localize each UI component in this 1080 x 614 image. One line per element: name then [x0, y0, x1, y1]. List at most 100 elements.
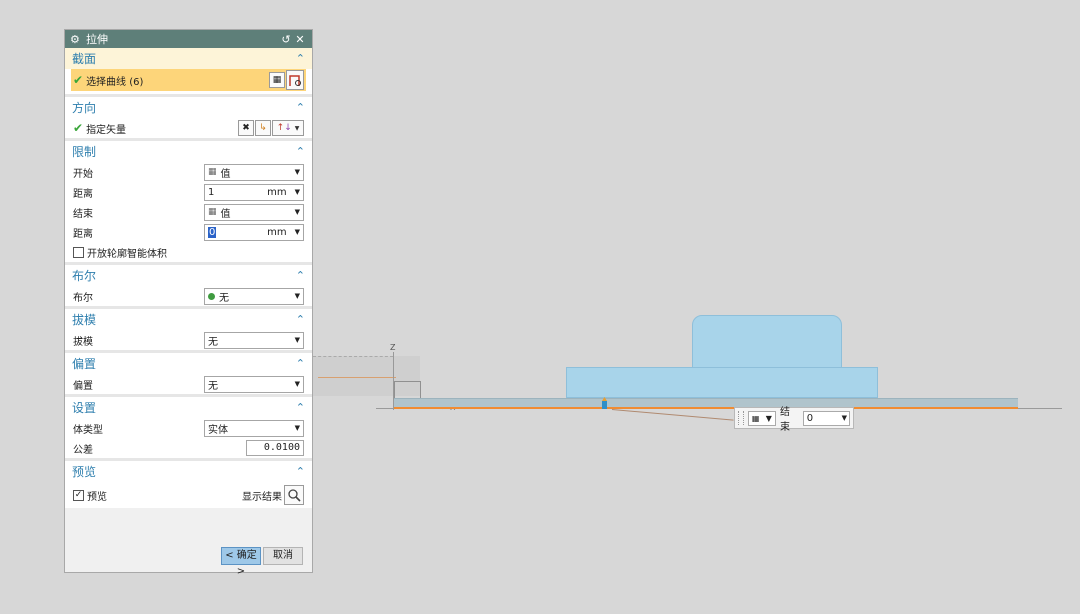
- specify-vector-row: ✔ 指定矢量 ✖ ↳ ↑ ↓ ▼: [65, 118, 312, 138]
- draft-header[interactable]: 拔模 ⌃: [65, 309, 312, 330]
- preview-row: ✓ 预览 显示结果: [65, 482, 312, 508]
- tolerance-input[interactable]: 0.0100: [246, 440, 304, 456]
- end-type-value: 值: [220, 208, 231, 220]
- sketch-dashed-edge: [313, 356, 393, 357]
- leader-line: [611, 409, 734, 421]
- chevron-up-icon[interactable]: ⌃: [296, 101, 305, 114]
- dialog-title-bar[interactable]: ⚙ 拉伸 ↺ ✕: [65, 30, 312, 48]
- preview-label: 预览: [87, 491, 107, 503]
- reverse-direction-icon[interactable]: ✖: [238, 120, 254, 136]
- select-curve-label: 选择曲线 (6): [86, 76, 144, 88]
- offset-select[interactable]: 无 ▼: [204, 375, 304, 393]
- chevron-up-icon[interactable]: ⌃: [296, 52, 305, 65]
- dialog-title: 拉伸: [86, 33, 108, 46]
- chevron-up-icon[interactable]: ⌃: [296, 357, 305, 370]
- draft-value: 无: [208, 336, 218, 348]
- cancel-button[interactable]: 取消: [263, 547, 303, 565]
- offset-row: 偏置 无 ▼: [65, 374, 312, 394]
- boolean-section: 布尔 ⌃ 布尔 无 ▼: [65, 265, 312, 309]
- start-distance-label: 距离: [73, 188, 93, 200]
- sketch-section-icon[interactable]: ▦: [269, 72, 285, 88]
- boolean-header[interactable]: 布尔 ⌃: [65, 265, 312, 286]
- boolean-select[interactable]: 无 ▼: [204, 287, 304, 305]
- chevron-down-icon: ▼: [294, 208, 300, 216]
- select-curve-row[interactable]: ✔ 选择曲线 (6) ▦: [71, 69, 306, 91]
- model-base-block[interactable]: [566, 367, 878, 398]
- chevron-up-icon[interactable]: ⌃: [296, 313, 305, 326]
- check-icon: ✔: [73, 73, 84, 87]
- open-profile-checkbox[interactable]: [73, 246, 84, 258]
- vector-dialog-icon[interactable]: ↳: [255, 120, 271, 136]
- end-row: 结束 ▦ 值 ▼: [65, 202, 312, 222]
- z-axis-label: Z: [390, 343, 396, 352]
- panel-grip-icon[interactable]: [738, 411, 744, 425]
- direction-header[interactable]: 方向 ⌃: [65, 97, 312, 118]
- start-type-select[interactable]: ▦ 值 ▼: [204, 163, 304, 181]
- preview-section: 预览 ⌃ ✓ 预览 显示结果: [65, 461, 312, 508]
- magnifier-icon: [288, 489, 301, 502]
- open-profile-label: 开放轮廓智能体积: [87, 248, 167, 260]
- chevron-up-icon[interactable]: ⌃: [296, 465, 305, 478]
- chevron-up-icon[interactable]: ⌃: [296, 145, 305, 158]
- selected-curve-edge[interactable]: [394, 407, 1018, 409]
- open-profile-row[interactable]: 开放轮廓智能体积: [65, 242, 312, 262]
- preview-header[interactable]: 预览 ⌃: [65, 461, 312, 482]
- draft-title: 拔模: [72, 313, 97, 327]
- close-icon[interactable]: ✕: [293, 33, 307, 46]
- preview-checkbox[interactable]: ✓: [73, 489, 84, 501]
- end-type-select[interactable]: ▦ 值 ▼: [204, 203, 304, 221]
- boolean-row: 布尔 无 ▼: [65, 286, 312, 306]
- chevron-up-icon[interactable]: ⌃: [296, 401, 305, 414]
- end-distance-value: 0: [806, 412, 814, 424]
- direction-title: 方向: [72, 101, 97, 115]
- end-distance-input[interactable]: 0 mm ▼: [204, 223, 304, 241]
- start-row: 开始 ▦ 值 ▼: [65, 162, 312, 182]
- body-type-select[interactable]: 实体 ▼: [204, 419, 304, 437]
- cube-icon: ▦: [208, 167, 217, 177]
- limits-header[interactable]: 限制 ⌃: [65, 141, 312, 162]
- offset-header[interactable]: 偏置 ⌃: [65, 353, 312, 374]
- chevron-down-icon: ▼: [294, 336, 300, 344]
- chevron-down-icon: ▼: [294, 380, 300, 388]
- start-distance-input[interactable]: 1 mm ▼: [204, 183, 304, 201]
- gear-icon[interactable]: ⚙: [70, 33, 84, 46]
- value-type-dropdown[interactable]: ▦ ▼: [747, 410, 777, 426]
- start-label: 开始: [73, 168, 93, 180]
- cube-icon: ▦: [751, 413, 760, 423]
- chevron-down-icon[interactable]: ▼: [295, 228, 300, 236]
- curve-icon[interactable]: [286, 70, 304, 90]
- drag-handle-icon[interactable]: [601, 397, 608, 409]
- body-type-label: 体类型: [73, 424, 103, 436]
- offset-title: 偏置: [72, 357, 97, 371]
- end-input-label: 结束: [780, 407, 791, 433]
- settings-header[interactable]: 设置 ⌃: [65, 397, 312, 418]
- specify-vector-label: 指定矢量: [86, 124, 127, 136]
- settings-section: 设置 ⌃ 体类型 实体 ▼ 公差 0.0100: [65, 397, 312, 461]
- dialog-footer: < 确定 > 取消: [65, 540, 312, 577]
- body-type-row: 体类型 实体 ▼: [65, 418, 312, 438]
- vector-type-dropdown[interactable]: ↑ ↓ ▼: [272, 120, 304, 136]
- end-distance-row: 距离 0 mm ▼: [65, 222, 312, 242]
- direction-section: 方向 ⌃ ✔ 指定矢量 ✖ ↳ ↑ ↓ ▼: [65, 97, 312, 141]
- draft-select[interactable]: 无 ▼: [204, 331, 304, 349]
- chevron-down-icon: ▼: [841, 414, 847, 422]
- show-result-button[interactable]: [284, 485, 304, 505]
- limits-section: 限制 ⌃ 开始 ▦ 值 ▼ 距离 1 mm ▼ 结束 ▦ 值 ▼ 距离 0 mm…: [65, 141, 312, 265]
- chevron-down-icon: ▼: [294, 292, 300, 300]
- start-distance-row: 距离 1 mm ▼: [65, 182, 312, 202]
- chevron-down-icon[interactable]: ▼: [295, 188, 300, 196]
- end-distance-value[interactable]: 0: [208, 226, 217, 238]
- chevron-up-icon[interactable]: ⌃: [296, 269, 305, 282]
- tolerance-label: 公差: [73, 444, 93, 456]
- reset-icon[interactable]: ↺: [279, 33, 293, 46]
- ok-button[interactable]: < 确定 >: [221, 547, 261, 577]
- offset-value: 无: [208, 380, 218, 392]
- end-distance-unit: mm: [267, 226, 287, 238]
- section-header[interactable]: 截面 ⌃: [65, 48, 312, 69]
- end-label: 结束: [73, 208, 93, 220]
- end-distance-input[interactable]: 0 ▼: [802, 410, 850, 426]
- chevron-down-icon: ▼: [294, 168, 300, 176]
- section-title: 截面: [72, 52, 97, 66]
- sketch-curve-line: [318, 377, 396, 378]
- model-cylinder-boss[interactable]: [692, 315, 842, 368]
